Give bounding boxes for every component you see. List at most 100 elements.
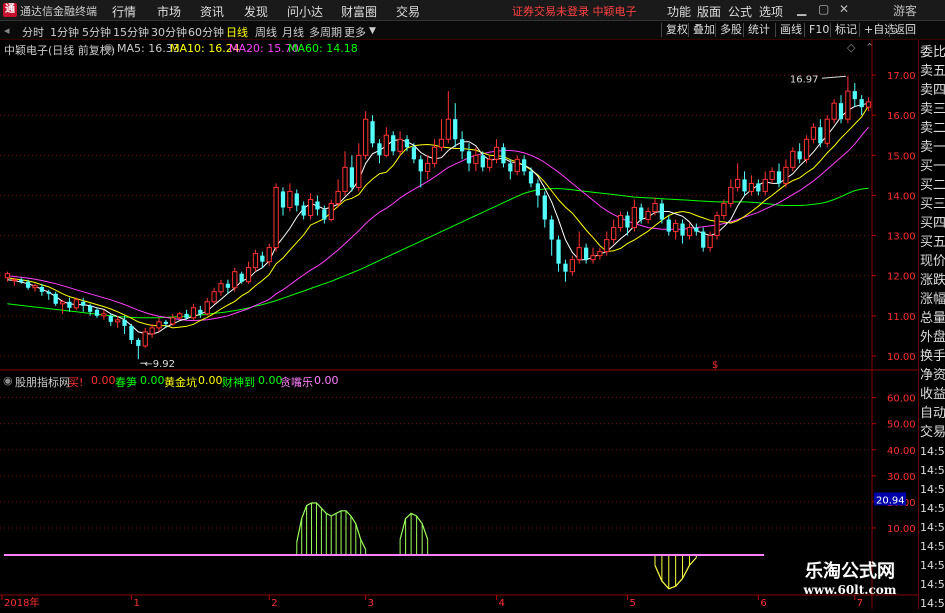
sidebar-item[interactable]: 换手 (920, 347, 945, 366)
sub-tick-label: 40.00 (887, 446, 916, 457)
quote-sidebar: 委比 卖五 卖四 卖三 卖二 卖一 买一 买二 买三 买四 买五 现价 涨跌 涨幅 总量 外盘 换手 净资 收益 自动… (918, 40, 945, 610)
candle-body-up (101, 313, 107, 317)
candle-body-down (480, 155, 485, 168)
candle-body-down (377, 143, 382, 156)
candle-body-down (701, 231, 706, 248)
candle-body-up (73, 299, 79, 309)
candle-body-up (673, 223, 679, 233)
candle-body-up (287, 190, 293, 208)
sidebar-item[interactable]: 卖五 (920, 62, 945, 81)
sidebar-item[interactable]: 收益 (920, 385, 945, 404)
sidebar-item[interactable]: 外盘 (920, 328, 945, 347)
candle-body-up (473, 154, 479, 164)
chart-canvas[interactable]: 17.00 16.00 15.00 14.00 13.00 12.00 11.00 10.00… (0, 0, 945, 609)
sidebar-item[interactable]: 卖三 (920, 100, 945, 119)
candle-body-down (556, 239, 561, 264)
candle-body-up (363, 118, 369, 156)
dollar-marker: $ (712, 360, 718, 371)
candle-body-up (652, 202, 658, 213)
candle-body-up (783, 166, 789, 184)
time-tick-label: 5 (629, 598, 635, 609)
candle-body-down (852, 91, 857, 100)
sidebar-item[interactable]: 委比 (920, 43, 945, 62)
price-tick-label: 16.00 (887, 111, 916, 122)
candle-body-down (129, 325, 134, 340)
sidebar-item[interactable]: 14:56 (920, 499, 945, 518)
sub-current-value: 20.94 (876, 495, 905, 506)
sidebar-item[interactable]: 现价 (920, 252, 945, 271)
candle-body-down (742, 179, 747, 192)
candle-body-up (335, 190, 341, 204)
candle-body-down (411, 147, 417, 160)
candle-body-up (273, 186, 279, 249)
price-tick-label: 10.00 (887, 352, 916, 363)
candle-body-down (838, 103, 844, 120)
candle-body-down (818, 127, 823, 144)
sidebar-item[interactable]: 买四 (920, 214, 945, 233)
sidebar-item[interactable]: 买一 (920, 157, 945, 176)
candle-body-down (797, 151, 802, 160)
spring-spike-b-outline (399, 512, 429, 540)
candle-body-up (790, 150, 796, 168)
sidebar-item[interactable]: 卖四 (920, 81, 945, 100)
candle-body-down (756, 183, 761, 192)
sidebar-item[interactable]: 卖一 (920, 138, 945, 157)
candle-body-up (211, 291, 217, 303)
candle-body-down (528, 171, 534, 184)
candle-body-down (694, 227, 699, 232)
candle-body-down (680, 223, 685, 236)
sidebar-item[interactable]: 总量 (920, 309, 945, 328)
candle-body-up (204, 301, 210, 315)
candle-body-down (53, 293, 58, 304)
candle-body-up (328, 202, 334, 221)
candle-body-up (735, 178, 741, 188)
candle-body-down (260, 255, 265, 262)
candle-body-up (252, 253, 259, 269)
sub-tick-label: 60.00 (887, 394, 916, 405)
candle-body-up (514, 158, 520, 172)
candle-body-down (239, 273, 244, 282)
sidebar-item[interactable]: 涨跌 (920, 271, 945, 290)
sidebar-item[interactable]: 14:56 (920, 537, 945, 556)
candle-body-down (542, 195, 547, 220)
candle-body-down (859, 99, 864, 108)
candle-body-down (501, 147, 506, 164)
candle-body-up (714, 215, 720, 237)
candle-body-up (232, 271, 238, 289)
sidebar-item[interactable]: 买三 (920, 195, 945, 214)
high-annotation: 16.97 (790, 74, 819, 85)
candle-body-up (803, 138, 810, 160)
sub-tick-label: 10.00 (887, 524, 916, 535)
sidebar-item[interactable]: 14:56 (920, 442, 945, 461)
high-arrow (821, 75, 846, 79)
ma10-line (7, 105, 870, 329)
time-tick-label: 4 (499, 598, 505, 609)
sidebar-item[interactable]: 14:56 (920, 461, 945, 480)
candle-body-down (659, 203, 665, 220)
candle-body-up (617, 215, 624, 229)
candle-body-down (280, 191, 286, 208)
candle-body-down (535, 183, 541, 196)
candle-body-down (625, 215, 630, 228)
sidebar-item[interactable]: 买五 (920, 233, 945, 252)
candle-body-down (563, 263, 568, 272)
sub-tick-label: 30.00 (887, 472, 916, 483)
price-tick-label: 12.00 (887, 272, 916, 283)
sidebar-item[interactable]: 卖二 (920, 119, 945, 138)
candle-body-down (108, 315, 113, 322)
candle-body-down (453, 119, 458, 140)
candle-body-down (184, 313, 189, 318)
sidebar-item[interactable]: 交易 (920, 423, 945, 442)
candle-body-down (583, 247, 589, 260)
candle-body-down (46, 291, 51, 294)
price-tick-label: 14.00 (887, 191, 916, 202)
sidebar-item[interactable]: 14:56 (920, 518, 945, 537)
candle-body-up (748, 182, 755, 192)
sidebar-item[interactable]: 自动 (920, 404, 945, 423)
sidebar-item[interactable]: 14:56 (920, 480, 945, 499)
sidebar-item[interactable]: 买二 (920, 176, 945, 195)
candle-body-up (425, 162, 431, 172)
candle-body-up (645, 211, 651, 221)
sidebar-item[interactable]: 涨幅 (920, 290, 945, 309)
sidebar-item[interactable]: 净资 (920, 366, 945, 385)
